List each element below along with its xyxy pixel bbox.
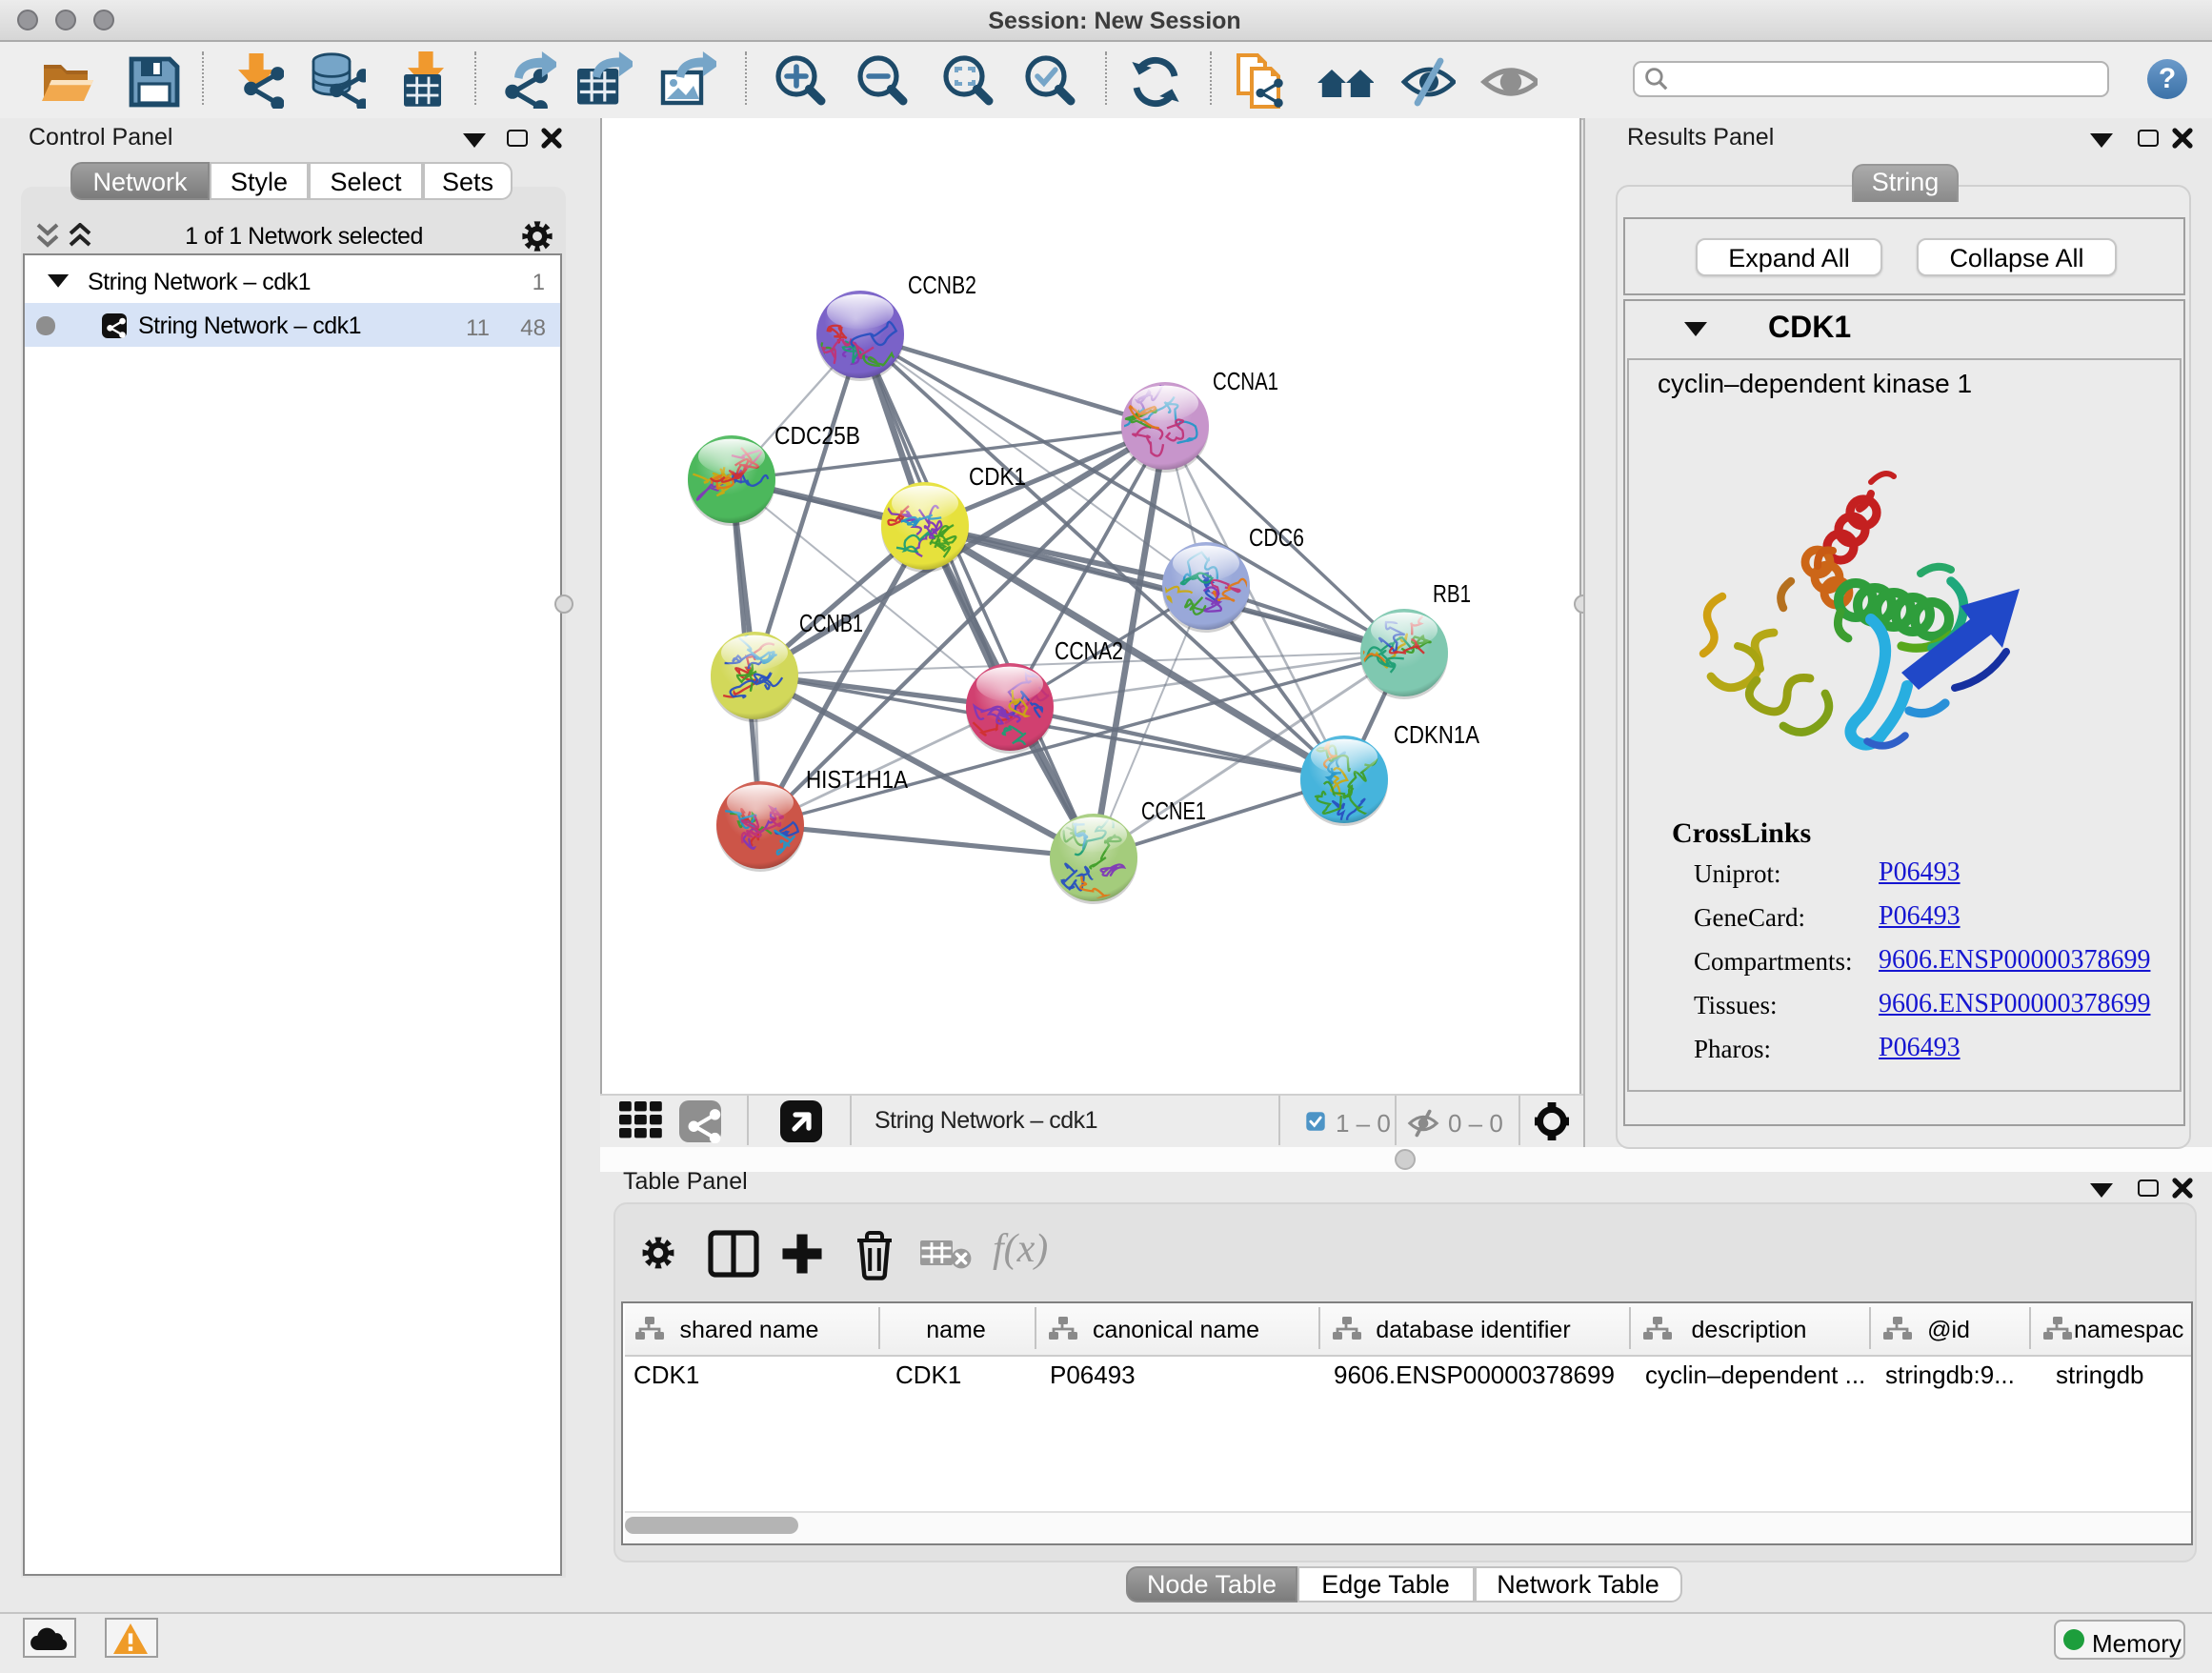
svg-text:CDKN1A: CDKN1A bbox=[1394, 720, 1480, 749]
svg-text:CCNE1: CCNE1 bbox=[1141, 796, 1206, 825]
svg-text:CCNB2: CCNB2 bbox=[908, 271, 976, 299]
svg-text:CCNA1: CCNA1 bbox=[1213, 367, 1278, 395]
svg-text:HIST1H1A: HIST1H1A bbox=[806, 765, 909, 794]
svg-text:CCNA2: CCNA2 bbox=[1055, 636, 1123, 665]
svg-text:CDC6: CDC6 bbox=[1249, 523, 1304, 552]
svg-text:RB1: RB1 bbox=[1433, 579, 1471, 608]
svg-text:CCNB1: CCNB1 bbox=[799, 609, 863, 637]
svg-text:CDK1: CDK1 bbox=[969, 462, 1026, 491]
svg-text:CDC25B: CDC25B bbox=[774, 421, 860, 450]
